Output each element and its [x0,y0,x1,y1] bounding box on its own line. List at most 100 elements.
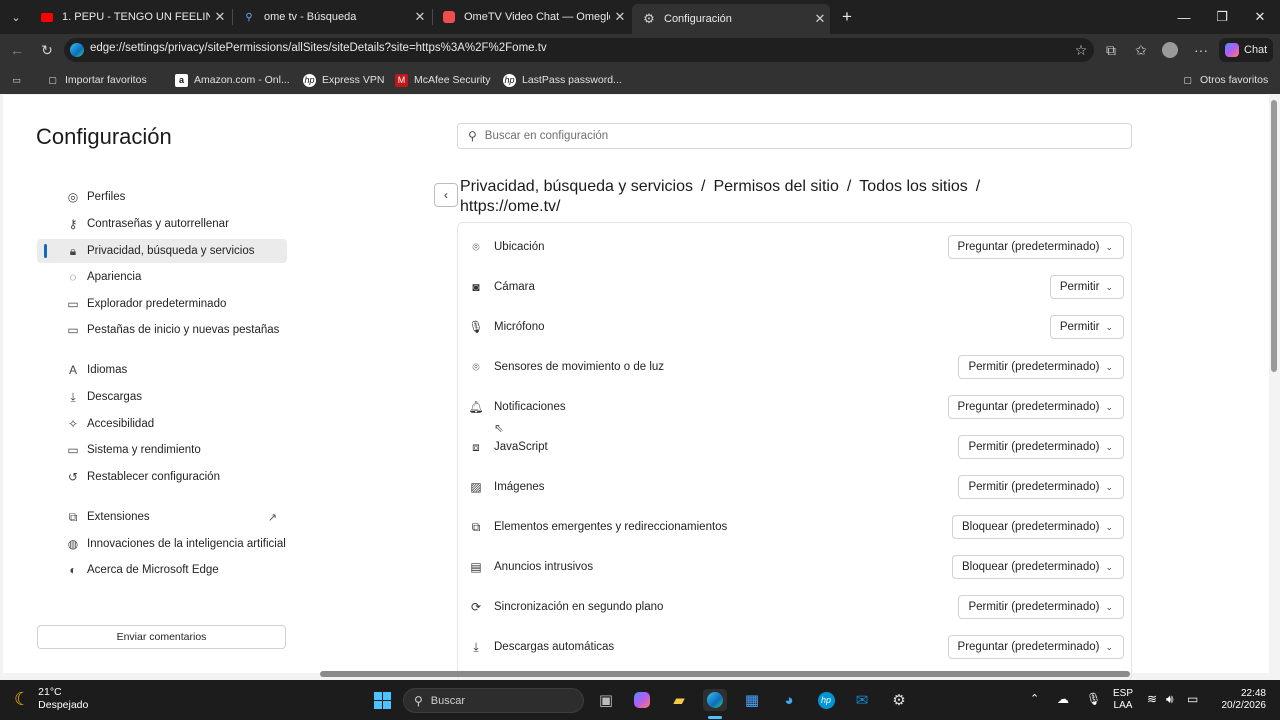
permission-row-background-sync: ⟳ Sincronización en segundo plano Permit… [458,587,1131,627]
tab-youtube[interactable]: 1. PEPU - TENGO UN FEELING (Vid ✕ [30,5,230,29]
close-icon[interactable]: ✕ [610,9,630,25]
settings-search-input[interactable]: ⚲ Buscar en configuración [457,123,1132,149]
outlook-icon: ✉ [855,692,869,709]
ads-icon: ▤ [470,560,482,574]
language-indicator[interactable]: ESP LAA [1113,688,1133,712]
close-icon[interactable]: ✕ [210,9,230,25]
settings-app[interactable]: ⚙ [887,689,911,711]
close-window-button[interactable]: ✕ [1241,0,1279,34]
sidebar-item-perfiles[interactable]: ◎ Perfiles [37,185,287,209]
permission-dropdown[interactable]: Permitir (predeterminado) ⌄ [958,435,1124,459]
favorite-mcafee[interactable]: M McAfee Security [395,72,490,88]
onedrive-icon[interactable]: ☁ [1057,692,1069,706]
tab-ometv[interactable]: OmeTV Video Chat — Omegle Ra ✕ [432,5,630,29]
task-view-icon: ▣ [598,692,614,709]
permission-dropdown[interactable]: Bloquear (predeterminado) ⌄ [952,555,1124,579]
favorite-label: Importar favoritos [65,74,147,86]
close-icon[interactable]: ✕ [410,9,430,25]
permission-dropdown[interactable]: Preguntar (predeterminado) ⌄ [947,395,1124,419]
favorite-other[interactable]: ▢ Otros favoritos [1181,72,1268,88]
minimize-button[interactable]: — [1165,0,1203,34]
sidebar-item-start-tabs[interactable]: ▭ Pestañas de inicio y nuevas pestañas [37,318,287,342]
sidebar-item-passwords[interactable]: ⚷ Contraseñas y autorrellenar [37,212,287,236]
breadcrumb-item[interactable]: Todos los sitios [859,178,968,195]
edge-app[interactable] [703,689,727,711]
permission-dropdown[interactable]: Permitir (predeterminado) ⌄ [958,595,1124,619]
hp-icon: hp [503,73,516,87]
permission-dropdown[interactable]: Permitir (predeterminado) ⌄ [958,475,1124,499]
extensions-icon: ⧉ [68,509,78,524]
volume-icon[interactable]: 🔊︎ [1166,692,1174,707]
refresh-button[interactable]: ↻ [36,39,58,61]
start-button[interactable] [370,689,394,711]
horizontal-scrollbar[interactable] [320,671,1130,677]
copilot-app[interactable] [630,689,654,711]
favorites-menu-button[interactable]: ▭ [10,72,23,88]
moon-icon: ☾ [14,688,31,709]
search-placeholder: Buscar en configuración [484,130,609,142]
permission-dropdown[interactable]: Preguntar (predeterminado) ⌄ [947,635,1124,659]
close-icon[interactable]: ✕ [810,11,830,27]
copilot-chat-button[interactable]: Chat [1219,38,1273,62]
tab-actions-button[interactable]: ⌄ [6,5,26,29]
sidebar-item-downloads[interactable]: ⤓ Descargas [37,385,287,409]
permission-dropdown[interactable]: Permitir ⌄ [1049,275,1124,299]
wifi-icon[interactable]: ≋ [1147,692,1157,706]
sidebar-item-reset[interactable]: ↺ Restablecer configuración [37,465,287,489]
tray-chevron-up-icon[interactable]: ⌃ [1030,692,1039,705]
permission-dropdown[interactable]: Permitir (predeterminado) ⌄ [958,355,1124,379]
sidebar-item-ai[interactable]: ◍ Innovaciones de la inteligencia artific… [37,532,287,556]
sidebar-item-about[interactable]: ◐ Acerca de Microsoft Edge [37,558,287,582]
permission-dropdown[interactable]: Permitir ⌄ [1049,315,1124,339]
weather-widget[interactable]: ☾ 21°C Despejado [14,686,88,712]
breadcrumb-item[interactable]: Privacidad, búsqueda y servicios [460,178,693,195]
permission-dropdown[interactable]: Preguntar (predeterminado) ⌄ [947,235,1124,259]
favorites-button[interactable]: ✩ [1130,39,1152,61]
breadcrumb-item[interactable]: Permisos del sitio [713,178,838,195]
chevron-down-icon: ⌄ [1105,441,1113,452]
taskbar-search-input[interactable]: ⚲ Buscar [403,688,584,713]
favorite-lastpass[interactable]: hp LastPass password... [503,72,622,88]
tab-search[interactable]: ⚲ ome tv - Búsqueda ✕ [232,5,430,29]
store-app[interactable]: ▦ [740,689,764,711]
sidebar-item-extensions[interactable]: ⧉ Extensiones ↗ [37,505,287,529]
task-view-button[interactable]: ▣ [594,689,618,711]
extensions-button[interactable]: ⧉ [1100,39,1122,61]
more-menu-button[interactable]: ··· [1190,39,1212,61]
battery-icon[interactable]: ▭ [1187,692,1198,706]
permission-row-sensors: ⌾ Sensores de movimiento o de luz Permit… [458,347,1131,387]
profile-button[interactable] [1159,39,1181,61]
hp-app[interactable]: hp [814,689,838,711]
outlook-app[interactable]: ✉ [850,689,874,711]
sidebar-item-system[interactable]: ▭ Sistema y rendimiento [37,438,287,462]
sidebar-item-appearance[interactable]: ◌ Apariencia [37,265,287,289]
favorite-expressvpn[interactable]: hp Express VPN [303,72,384,88]
tabs-icon: ▭ [67,323,79,337]
vertical-scrollbar[interactable] [1271,100,1277,372]
clock[interactable]: 22:48 20/2/2026 [1220,688,1267,712]
popup-icon: ⧉ [471,519,481,534]
gear-icon: ⚙ [643,11,655,26]
permission-row-camera: ◙ Cámara Permitir ⌄ [458,267,1131,307]
sidebar-item-accessibility[interactable]: ✧ Accesibilidad [37,412,287,436]
sidebar-item-default-browser[interactable]: ▭ Explorador predeterminado [37,292,287,316]
send-feedback-button[interactable]: Enviar comentarios [37,625,286,649]
maximize-button[interactable]: ❐ [1203,0,1241,34]
file-explorer-app[interactable]: ▰ [667,689,691,711]
sidebar-item-privacy[interactable]: 🔒︎ Privacidad, búsqueda y servicios [37,239,287,263]
url-text[interactable]: edge://settings/privacy/sitePermissions/… [90,42,547,54]
favorite-amazon[interactable]: a Amazon.com - Onl... [175,72,290,88]
sidebar-item-label: Descargas [87,391,142,403]
new-tab-button[interactable]: + [836,5,858,29]
back-button[interactable]: ‹ [434,183,458,207]
favorite-star-button[interactable]: ☆ [1070,39,1092,61]
title-bar: ⌄ 1. PEPU - TENGO UN FEELING (Vid ✕ ⚲ om… [0,0,1280,34]
sidebar-item-languages[interactable]: A Idiomas [37,358,287,382]
favorite-import[interactable]: ▢ Importar favoritos [46,72,147,88]
back-button[interactable]: ← [6,39,28,61]
sidebar-item-label: Idiomas [87,364,128,376]
microphone-icon[interactable]: 🎙︎ [1086,692,1101,706]
tab-configuracion[interactable]: ⚙ Configuración ✕ [632,4,830,34]
permission-dropdown[interactable]: Bloquear (predeterminado) ⌄ [952,515,1124,539]
weather-app[interactable]: ◕ [777,689,801,711]
